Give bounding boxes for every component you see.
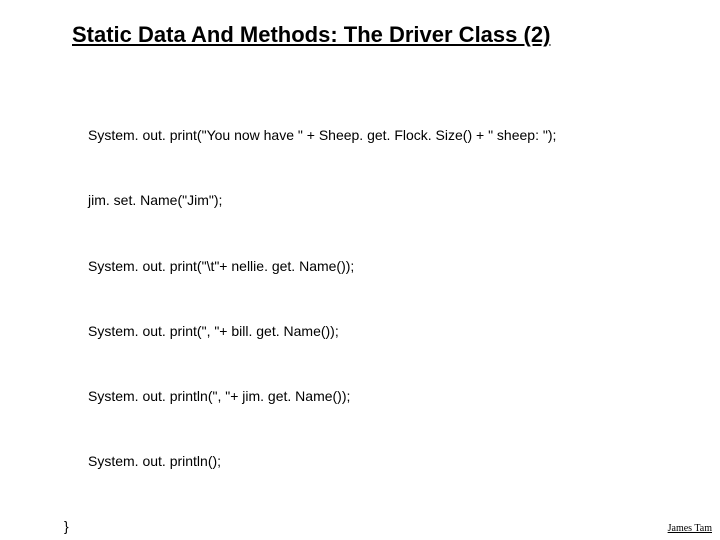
code-line: System. out. println();	[46, 451, 556, 473]
code-line: System. out. println(", "+ jim. get. Nam…	[46, 386, 556, 408]
slide-title: Static Data And Methods: The Driver Clas…	[72, 22, 550, 48]
author-footer: James Tam	[668, 523, 712, 534]
code-line: System. out. print("\t"+ nellie. get. Na…	[46, 256, 556, 278]
code-line: }	[46, 516, 556, 538]
code-line: System. out. print("You now have " + She…	[46, 125, 556, 147]
slide: Static Data And Methods: The Driver Clas…	[0, 0, 720, 540]
code-block: System. out. print("You now have " + She…	[46, 82, 556, 540]
code-line: jim. set. Name("Jim");	[46, 190, 556, 212]
code-line: System. out. print(", "+ bill. get. Name…	[46, 321, 556, 343]
